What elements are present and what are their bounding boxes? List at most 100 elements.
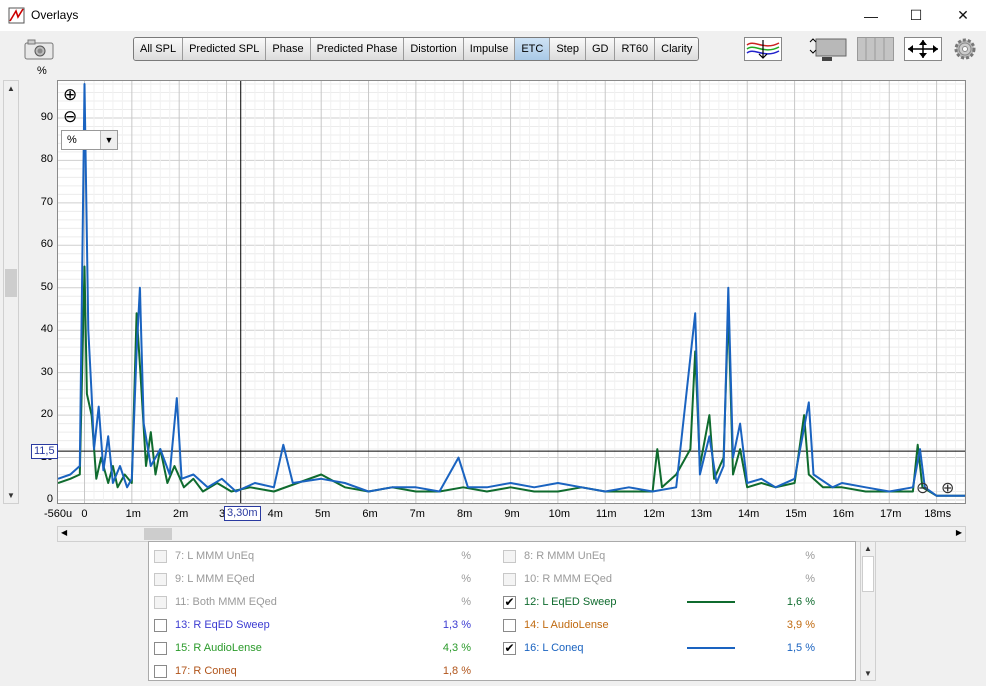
vertical-scrollbar[interactable]: ▲ ▼ — [3, 80, 19, 504]
trace-line-swatch — [687, 647, 735, 649]
close-button[interactable]: ✕ — [940, 0, 986, 31]
window-title: Overlays — [31, 8, 79, 22]
legend-row[interactable]: ✔ 12: L EqED Sweep 1,6 % — [503, 592, 833, 612]
x-tick-label: 2m — [172, 508, 189, 520]
zoom-out-icon[interactable]: ⊖ — [63, 108, 77, 125]
trace-value: % — [461, 573, 471, 585]
trace-checkbox[interactable] — [154, 549, 167, 563]
x-tick-label: 6m — [362, 508, 378, 520]
trace-checkbox[interactable] — [503, 618, 516, 632]
scroll-up-arrow[interactable]: ▲ — [4, 84, 18, 93]
x-tick-label: 13m — [690, 508, 712, 520]
trace-label: 17: R Coneq — [175, 665, 237, 677]
trace-arithmetic-icon[interactable] — [744, 37, 782, 61]
legend-row[interactable]: 9: L MMM EQed% — [154, 569, 484, 589]
x-tick-label: 8m — [457, 508, 473, 520]
x-tick-label: 11m — [595, 508, 617, 520]
x-tick-label: 14m — [737, 508, 760, 520]
tab-etc[interactable]: ETC — [515, 38, 551, 60]
trace-checkbox[interactable] — [503, 572, 516, 586]
trace-label: 14: L AudioLense — [524, 619, 609, 631]
legend-row[interactable]: 11: Both MMM EQed% — [154, 592, 484, 612]
legend-scrollbar[interactable]: ▲ ▼ — [860, 541, 876, 681]
trace-checkbox[interactable] — [154, 641, 167, 655]
trace-label: 7: L MMM UnEq — [175, 550, 255, 562]
legend-row[interactable]: 15: R AudioLense 4,3 % — [154, 638, 484, 658]
grid-view-icon[interactable] — [857, 37, 894, 61]
x-tick-label: 10m — [548, 508, 570, 520]
chevron-down-icon[interactable]: ▼ — [100, 131, 117, 149]
title-bar: Overlays — ☐ ✕ — [0, 0, 986, 31]
legend-row[interactable]: 14: L AudioLense 3,9 % — [503, 615, 833, 635]
trace-checkbox[interactable] — [154, 572, 167, 586]
legend-scroll-up-arrow[interactable]: ▲ — [861, 544, 875, 553]
x-tick-label: 0 — [81, 508, 88, 520]
zoom-out-x-icon[interactable]: ⊖ — [916, 481, 929, 497]
tab-phase[interactable]: Phase — [266, 38, 311, 60]
x-tick-label: 1m — [125, 508, 141, 520]
trace-label: 16: L Coneq — [524, 642, 584, 654]
horizontal-scrollbar[interactable]: ◀ ▶ — [57, 526, 966, 542]
scroll-thumb[interactable] — [5, 269, 17, 297]
trace-label: 11: Both MMM EQed — [175, 596, 277, 608]
zoom-in-icon[interactable]: ⊕ — [63, 86, 77, 103]
settings-gear-icon[interactable] — [953, 37, 977, 61]
legend-row[interactable]: 7: L MMM UnEq% — [154, 546, 484, 566]
unit-select-value: % — [67, 134, 77, 146]
trace-label: 8: R MMM UnEq — [524, 550, 606, 562]
tab-distortion[interactable]: Distortion — [404, 38, 464, 60]
legend-row[interactable]: 13: R EqED Sweep 1,3 % — [154, 615, 484, 635]
tab-all-spl[interactable]: All SPL — [134, 38, 184, 60]
legend-row[interactable]: 17: R Coneq 1,8 % — [154, 661, 484, 680]
maximize-button[interactable]: ☐ — [893, 0, 939, 31]
tab-predicted-spl[interactable]: Predicted SPL — [183, 38, 267, 60]
y-tick-label: 90 — [40, 110, 53, 123]
camera-icon[interactable] — [24, 38, 54, 60]
trace-value: % — [461, 596, 471, 608]
legend-row[interactable]: ✔ 16: L Coneq 1,5 % — [503, 638, 833, 658]
zoom-in-x-icon[interactable]: ⊕ — [941, 481, 954, 497]
trace-checkbox[interactable]: ✔ — [503, 595, 516, 609]
trace-legend-list: 7: L MMM UnEq% 9: L MMM EQed% 11: Both MMM… — [148, 541, 856, 681]
legend-row[interactable]: 8: R MMM UnEq% — [503, 546, 833, 566]
x-tick-label: 15m — [785, 508, 807, 520]
legend-scroll-thumb[interactable] — [862, 556, 874, 592]
trace-value: % — [461, 550, 471, 562]
minimize-button[interactable]: — — [848, 0, 894, 31]
trace-label: 15: R AudioLense — [175, 642, 262, 654]
cursor-x-readout: 3,30m — [224, 506, 261, 521]
graph-tab-bar: All SPL Predicted SPL Phase Predicted Phase… — [133, 37, 700, 61]
scroll-left-arrow[interactable]: ◀ — [61, 528, 67, 537]
trace-checkbox[interactable] — [503, 549, 516, 563]
hscroll-thumb[interactable] — [144, 528, 172, 540]
unit-select[interactable]: % ▼ — [61, 130, 118, 150]
tab-predicted-phase[interactable]: Predicted Phase — [310, 38, 405, 60]
trace-label: 13: R EqED Sweep — [175, 619, 270, 631]
scroll-right-arrow[interactable]: ▶ — [956, 528, 962, 537]
trace-checkbox[interactable] — [154, 664, 167, 678]
legend-scroll-down-arrow[interactable]: ▼ — [861, 669, 875, 678]
pan-arrows-icon[interactable] — [904, 37, 942, 61]
trace-line-swatch — [687, 601, 735, 603]
legend-row[interactable]: 10: R MMM EQed% — [503, 569, 833, 589]
trace-checkbox[interactable]: ✔ — [503, 641, 516, 655]
trace-label: 12: L EqED Sweep — [524, 596, 617, 608]
trace-checkbox[interactable] — [154, 618, 167, 632]
tab-impulse[interactable]: Impulse — [463, 38, 516, 60]
trace-value: 4,3 % — [442, 642, 471, 654]
tab-step[interactable]: Step — [550, 38, 586, 60]
etc-plot-area[interactable]: ⊕ ⊖ % ▼ ⊖ ⊕ — [57, 80, 966, 504]
trace-value: 1,8 % — [442, 665, 471, 677]
layout-toggle-icon[interactable] — [808, 36, 848, 62]
y-tick-label: 60 — [40, 238, 53, 251]
y-tick-label: 50 — [40, 280, 53, 293]
scroll-down-arrow[interactable]: ▼ — [4, 491, 18, 500]
series-line-1 — [58, 83, 965, 497]
tab-clarity[interactable]: Clarity — [655, 38, 699, 60]
tab-gd[interactable]: GD — [585, 38, 616, 60]
trace-value: 1,3 % — [442, 619, 471, 631]
y-tick-label: 80 — [40, 153, 53, 166]
trace-value: % — [805, 573, 815, 585]
trace-checkbox[interactable] — [154, 595, 167, 609]
tab-rt60[interactable]: RT60 — [615, 38, 656, 60]
